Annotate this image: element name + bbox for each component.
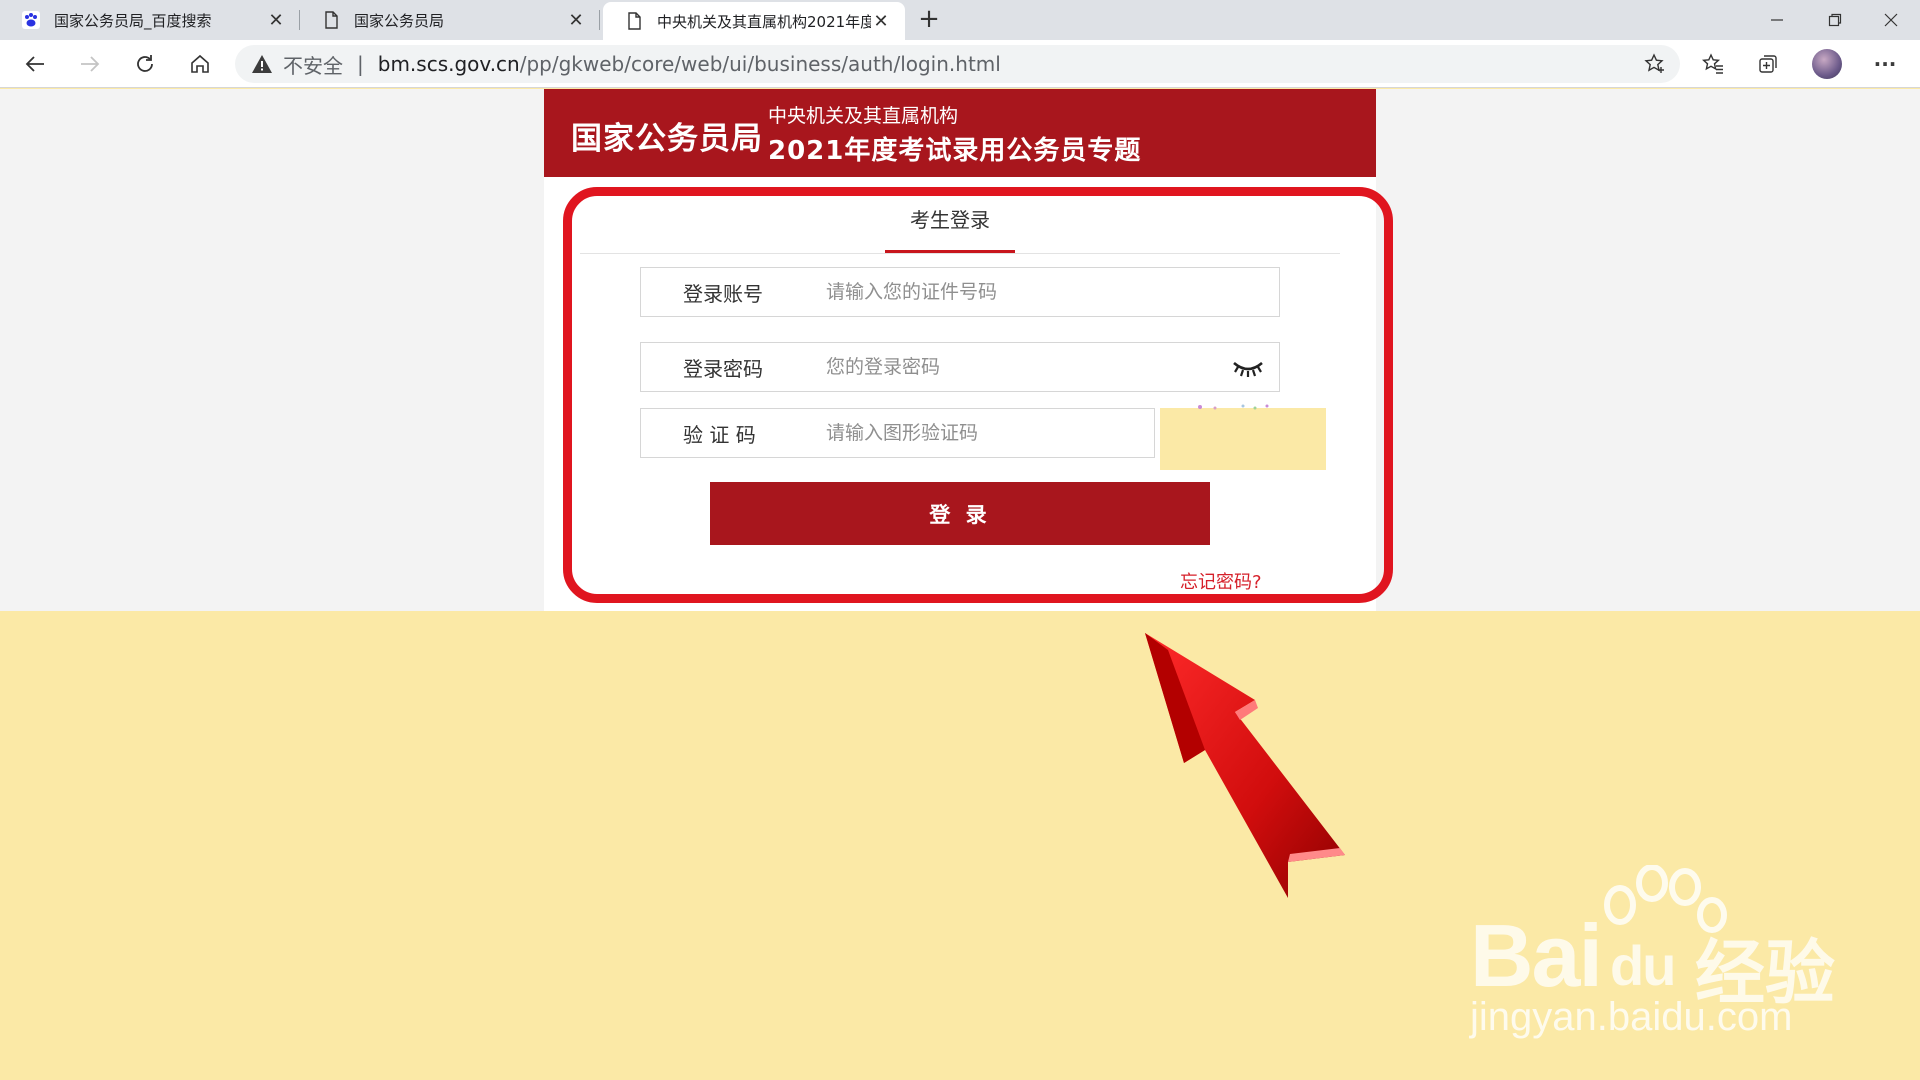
home-button[interactable] [180,44,220,84]
profile-avatar[interactable] [1812,49,1842,79]
password-label: 登录密码 [683,356,763,381]
back-arrow-icon [25,56,44,72]
browser-toolbar: 不安全 | bm.scs.gov.cn /pp/gkweb/core/web/u… [0,40,1920,88]
url-host: bm.scs.gov.cn [377,52,520,76]
restore-button[interactable] [1806,0,1864,40]
hide-password-eye-icon[interactable] [1231,357,1265,379]
account-field: 登录账号 [640,267,1280,317]
page-icon [628,12,641,30]
back-button[interactable] [15,44,55,84]
baidu-paw-icon [22,11,40,29]
url-path: /pp/gkweb/core/web/ui/business/auth/logi… [519,52,1001,76]
address-bar[interactable]: 不安全 | bm.scs.gov.cn /pp/gkweb/core/web/u… [235,45,1680,83]
settings-more-button[interactable]: ··· [1865,44,1905,84]
captcha-label: 验 证 码 [683,422,756,447]
minimize-icon [1771,19,1783,21]
tab-candidate-login[interactable]: 考生登录 [885,207,1015,253]
captcha-field: 验 证 码 [640,408,1155,458]
collections-button[interactable] [1748,44,1788,84]
close-icon [1884,13,1898,27]
close-tab-icon[interactable]: ✕ [566,10,586,31]
home-icon [191,54,209,73]
site-brand: 国家公务员局 [571,121,763,157]
close-window-button[interactable] [1862,0,1920,40]
captcha-input[interactable] [826,413,1126,453]
tab-title: 国家公务员局 [354,11,445,30]
reload-button[interactable] [125,44,165,84]
tab-title: 国家公务员局_百度搜索 [54,11,212,30]
warning-icon [252,55,272,73]
forward-arrow-icon [81,56,100,72]
annotation-arrow-icon [1145,633,1345,898]
captcha-image[interactable] [1160,404,1326,470]
login-button[interactable]: 登 录 [710,482,1210,545]
close-tab-icon[interactable]: ✕ [871,11,891,32]
collections-icon [1759,55,1777,73]
close-tab-icon[interactable]: ✕ [266,10,286,31]
account-input[interactable] [826,272,1206,312]
password-input[interactable] [826,347,1206,387]
add-favorite-icon[interactable] [1644,53,1666,75]
minimize-button[interactable] [1748,0,1806,40]
browser-tab-scs[interactable]: 国家公务员局 ✕ [300,0,600,40]
site-header: 国家公务员局 中央机关及其直属机构 2021年度考试录用公务员专题 [544,89,1376,177]
forward-button[interactable] [70,44,110,84]
captcha-noise [1198,404,1269,410]
password-field: 登录密码 [640,342,1280,392]
browser-tab-baidu[interactable]: 国家公务员局_百度搜索 ✕ [0,0,300,40]
tab-title: 中央机关及其直属机构2021年度 [657,12,871,31]
page-icon [325,11,338,29]
browser-tab-login[interactable]: 中央机关及其直属机构2021年度 ✕ [603,2,905,40]
reload-icon [137,55,153,72]
restore-icon [1828,13,1842,27]
watermark-bai: Bai [1470,906,1603,1005]
address-separator: | [357,52,364,76]
header-subtitle-line1: 中央机关及其直属机构 [768,105,959,127]
tab-divider [580,253,1340,254]
security-label: 不安全 [283,53,343,78]
watermark-url: jingyan.baidu.com [1470,995,1793,1039]
tab-strip: 国家公务员局_百度搜索 ✕ 国家公务员局 ✕ 中央机关及其直属机构2021年度 … [0,0,1920,40]
favorites-icon [1702,53,1723,74]
watermark-du: du [1610,934,1676,997]
forgot-password-link[interactable]: 忘记密码? [1180,568,1262,594]
header-subtitle-line2: 2021年度考试录用公务员专题 [768,136,1142,166]
account-label: 登录账号 [683,281,763,306]
new-tab-button[interactable]: + [914,0,944,40]
favorites-button[interactable] [1693,44,1733,84]
